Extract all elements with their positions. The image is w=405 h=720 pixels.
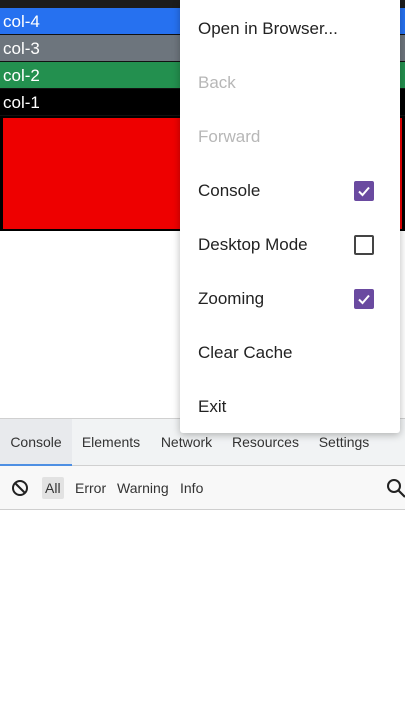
screen: col-4 col-3 col-2 col-1 Console Elements… (0, 0, 405, 720)
devtools-panel: Console Elements Network Resources Setti… (0, 418, 405, 720)
menu-item-label: Forward (198, 127, 261, 146)
console-filter-bar: All Error Warning Info (0, 466, 405, 510)
menu-item-forward: Forward (180, 110, 400, 164)
menu-item-zooming[interactable]: Zooming (180, 272, 400, 326)
desktop-mode-checkbox[interactable] (354, 235, 374, 255)
tab-label: Network (160, 434, 213, 450)
tab-label: Settings (318, 434, 370, 450)
tab-console[interactable]: Console (0, 419, 72, 466)
tab-label: Resources (232, 434, 299, 450)
filter-warning[interactable]: Warning (114, 477, 172, 499)
menu-item-console[interactable]: Console (180, 164, 400, 218)
menu-item-back: Back (180, 56, 400, 110)
menu-item-label: Zooming (198, 289, 265, 308)
menu-item-label: Back (198, 73, 236, 92)
console-output[interactable] (0, 510, 405, 720)
col-row-label: col-2 (3, 66, 40, 85)
filter-error[interactable]: Error (72, 477, 109, 499)
menu-item-label: Console (198, 181, 261, 200)
zooming-checkbox[interactable] (354, 289, 374, 309)
block-icon[interactable] (11, 479, 29, 497)
menu-item-clear-cache[interactable]: Clear Cache (180, 326, 400, 380)
overflow-menu: Open in Browser... Back Forward Console … (180, 0, 400, 433)
menu-item-label: Open in Browser... (198, 19, 338, 38)
menu-item-open-in-browser[interactable]: Open in Browser... (180, 2, 400, 56)
check-icon (358, 294, 370, 305)
menu-item-label: Exit (198, 397, 227, 416)
tab-label: Console (10, 434, 62, 450)
col-row-label: col-4 (3, 12, 40, 31)
search-icon[interactable] (385, 477, 405, 499)
menu-item-desktop-mode[interactable]: Desktop Mode (180, 218, 400, 272)
console-checkbox[interactable] (354, 181, 374, 201)
menu-item-label: Clear Cache (198, 343, 293, 362)
tab-elements[interactable]: Elements (72, 419, 150, 466)
tab-label: Elements (81, 434, 141, 450)
filter-all[interactable]: All (42, 477, 64, 499)
menu-item-label: Desktop Mode (198, 235, 308, 254)
menu-item-exit[interactable]: Exit (180, 380, 400, 434)
filter-info[interactable]: Info (177, 477, 206, 499)
col-row-label: col-1 (3, 93, 40, 112)
check-icon (358, 186, 370, 197)
col-row-label: col-3 (3, 39, 40, 58)
